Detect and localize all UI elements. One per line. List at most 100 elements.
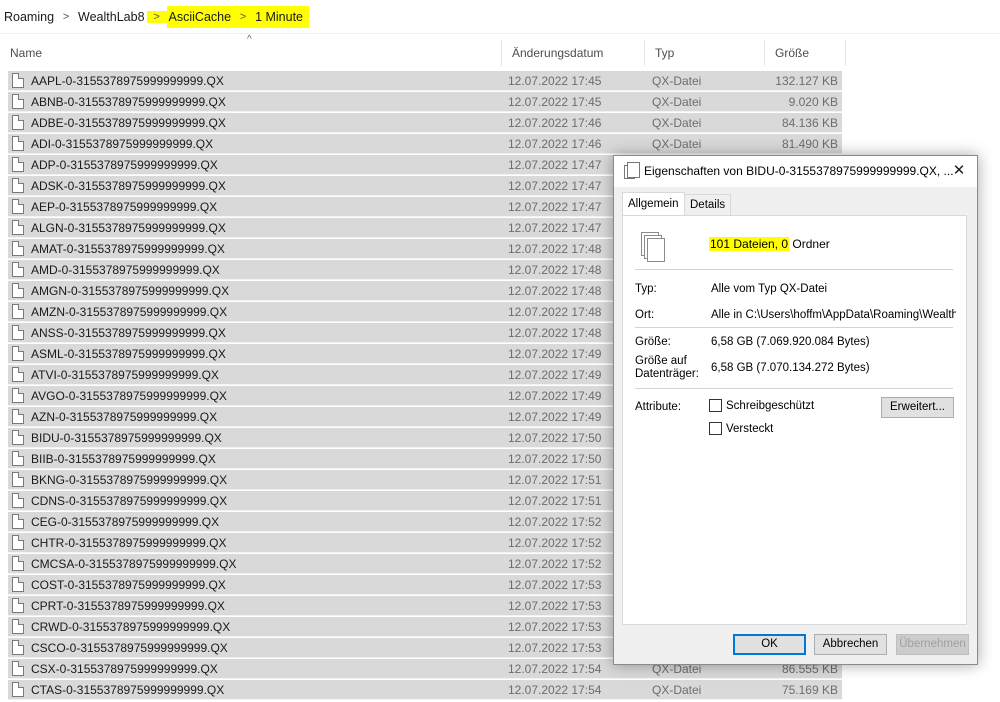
breadcrumb-separator-icon: > [239,10,247,23]
hidden-checkbox[interactable]: Versteckt [709,422,773,435]
column-header-type[interactable]: Typ [645,40,765,66]
file-row[interactable]: CTAS-0-3155378975999999999.QX 12.07.2022 … [0,680,1000,701]
checkbox-box[interactable] [709,422,722,435]
file-size: 132.127 KB [775,74,838,88]
properties-dialog: Eigenschaften von BIDU-0-315537897599999… [613,155,978,665]
column-header-row: ^ Name Änderungsdatum Typ Größe [0,34,1000,66]
file-type: QX-Datei [652,116,702,130]
file-name: COST-0-3155378975999999999.QX [31,578,226,592]
file-modified-date: 12.07.2022 17:48 [508,284,602,298]
file-icon [12,241,24,256]
checkbox-box[interactable] [709,399,722,412]
close-icon[interactable]: ✕ [947,160,971,182]
file-icon [12,367,24,382]
file-type: QX-Datei [652,74,702,88]
file-modified-date: 12.07.2022 17:54 [508,662,602,676]
file-icon [12,94,24,109]
file-name: AMAT-0-3155378975999999999.QX [31,242,225,256]
file-icon [12,430,24,445]
file-modified-date: 12.07.2022 17:49 [508,347,602,361]
file-modified-date: 12.07.2022 17:52 [508,515,602,529]
apply-button[interactable]: Übernehmen [896,634,969,655]
disk-size-label-line2: Datenträger: [635,368,699,380]
selection-summary-rest: Ordner [789,237,830,251]
divider [635,327,953,328]
location-value[interactable]: Alle in C:\Users\hoffm\AppData\Roaming\W… [711,309,956,321]
file-icon [12,535,24,550]
file-icon [12,157,24,172]
file-row[interactable]: ADBE-0-3155378975999999999.QX 12.07.2022 … [0,113,1000,134]
breadcrumb-item-asciicache[interactable]: AsciiCache [167,10,234,24]
type-label: Typ: [635,283,657,295]
file-name: CHTR-0-3155378975999999999.QX [31,536,227,550]
file-row[interactable]: ABNB-0-3155378975999999999.QX 12.07.2022 … [0,92,1000,113]
file-name: BIDU-0-3155378975999999999.QX [31,431,222,445]
cancel-button[interactable]: Abbrechen [814,634,887,655]
file-modified-date: 12.07.2022 17:48 [508,242,602,256]
multiple-files-icon [624,162,640,179]
file-size: 75.169 KB [781,683,838,697]
file-name: CSCO-0-3155378975999999999.QX [31,641,228,655]
file-icon [12,325,24,340]
breadcrumb-item-roaming[interactable]: Roaming [2,10,56,24]
file-name: ATVI-0-3155378975999999999.QX [31,368,219,382]
file-row[interactable]: ADI-0-3155378975999999999.QX 12.07.2022 1… [0,134,1000,155]
file-icon [12,598,24,613]
file-modified-date: 12.07.2022 17:48 [508,263,602,277]
file-icon [12,199,24,214]
file-modified-date: 12.07.2022 17:47 [508,158,602,172]
disk-size-label-line1: Größe auf [635,355,687,367]
breadcrumb-item-1-minute[interactable]: 1 Minute [253,10,309,24]
size-label: Größe: [635,336,671,348]
file-type: QX-Datei [652,683,702,697]
file-row[interactable]: AAPL-0-3155378975999999999.QX 12.07.2022 … [0,71,1000,92]
file-name: ASML-0-3155378975999999999.QX [31,347,226,361]
file-size: 81.490 KB [781,137,838,151]
general-panel: 101 Dateien, 0 Ordner Typ: Alle vom Typ … [622,215,967,625]
file-name: CPRT-0-3155378975999999999.QX [31,599,225,613]
tab-allgemein[interactable]: Allgemein [622,192,685,215]
breadcrumb-separator-icon: > [62,10,70,23]
type-value: Alle vom Typ QX-Datei [711,283,828,295]
file-icon [12,262,24,277]
file-modified-date: 12.07.2022 17:53 [508,620,602,634]
column-header-size[interactable]: Größe [765,40,846,66]
file-icon [12,304,24,319]
file-name: AEP-0-3155378975999999999.QX [31,200,218,214]
file-name: CMCSA-0-3155378975999999999.QX [31,557,237,571]
ok-button[interactable]: OK [733,634,806,655]
breadcrumb-item-wealthlab8[interactable]: WealthLab8 [76,10,147,24]
file-modified-date: 12.07.2022 17:48 [508,305,602,319]
divider [635,388,953,389]
dialog-title-bar[interactable]: Eigenschaften von BIDU-0-315537897599999… [614,156,977,187]
readonly-label: Schreibgeschützt [726,399,815,412]
column-header-name[interactable]: Name [0,40,502,66]
column-header-date[interactable]: Änderungsdatum [502,40,645,66]
file-icon [12,556,24,571]
file-icon [12,73,24,88]
dialog-title: Eigenschaften von BIDU-0-315537897599999… [644,164,954,178]
file-modified-date: 12.07.2022 17:45 [508,74,602,88]
file-icon [12,178,24,193]
breadcrumb-separator-icon: > [146,10,167,23]
file-modified-date: 12.07.2022 17:47 [508,179,602,193]
file-modified-date: 12.07.2022 17:53 [508,578,602,592]
file-icon [12,409,24,424]
file-icon [12,136,24,151]
disk-size-value: 6,58 GB (7.070.134.272 Bytes) [711,362,870,374]
file-name: AZN-0-3155378975999999999.QX [31,410,218,424]
file-name: AMZN-0-3155378975999999999.QX [31,305,228,319]
file-icon [12,472,24,487]
file-icon [12,493,24,508]
file-modified-date: 12.07.2022 17:53 [508,641,602,655]
file-name: AMD-0-3155378975999999999.QX [31,263,220,277]
file-size: 84.136 KB [781,116,838,130]
attributes-label: Attribute: [635,401,682,413]
advanced-button[interactable]: Erweitert... [881,397,954,418]
readonly-checkbox[interactable]: Schreibgeschützt [709,399,814,412]
file-name: AMGN-0-3155378975999999999.QX [31,284,230,298]
file-modified-date: 12.07.2022 17:49 [508,368,602,382]
tab-details[interactable]: Details [684,194,732,216]
file-modified-date: 12.07.2022 17:47 [508,221,602,235]
file-name: CDNS-0-3155378975999999999.QX [31,494,228,508]
